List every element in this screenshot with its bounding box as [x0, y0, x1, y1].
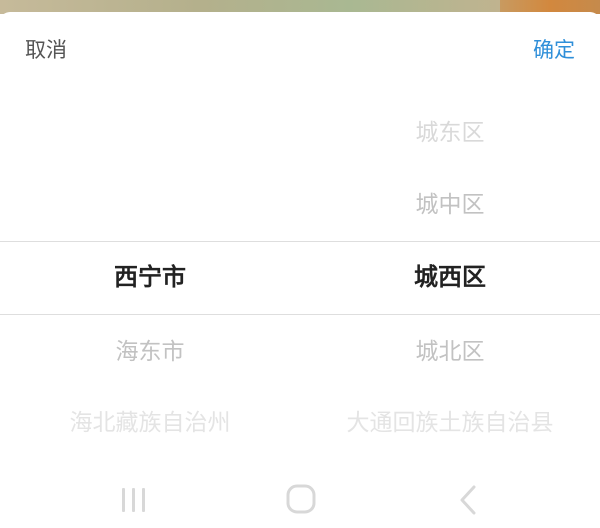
district-option[interactable]: 城北区	[300, 332, 600, 372]
district-option[interactable]: 城中区	[300, 185, 600, 225]
city-wheel[interactable]: 西宁市 海东市 海北藏族自治州	[0, 102, 300, 462]
region-picker: 西宁市 海东市 海北藏族自治州 城东区 城中区 城西区 城北区 大通回族土族自治…	[0, 102, 600, 462]
picker-bottom-sheet: 取消 确定 西宁市 海东市 海北藏族自治州 城东区 城中区 城西区 城北区 大通…	[0, 12, 600, 528]
city-option[interactable]: 海北藏族自治州	[0, 403, 300, 443]
confirm-button[interactable]: 确定	[533, 36, 575, 64]
district-option[interactable]: 城东区	[300, 113, 600, 153]
district-option[interactable]: 大通回族土族自治县	[300, 403, 600, 443]
district-option-selected[interactable]: 城西区	[300, 257, 600, 297]
city-option-selected[interactable]: 西宁市	[0, 257, 300, 297]
system-navigation-bar	[0, 470, 600, 528]
back-icon[interactable]	[450, 484, 490, 516]
city-option[interactable]: 海东市	[0, 332, 300, 372]
district-wheel[interactable]: 城东区 城中区 城西区 城北区 大通回族土族自治县	[300, 102, 600, 462]
recents-icon[interactable]	[114, 484, 154, 516]
cancel-button[interactable]: 取消	[25, 36, 67, 64]
home-icon[interactable]	[281, 484, 321, 516]
region-picker-screen: 取消 确定 西宁市 海东市 海北藏族自治州 城东区 城中区 城西区 城北区 大通…	[0, 0, 600, 528]
